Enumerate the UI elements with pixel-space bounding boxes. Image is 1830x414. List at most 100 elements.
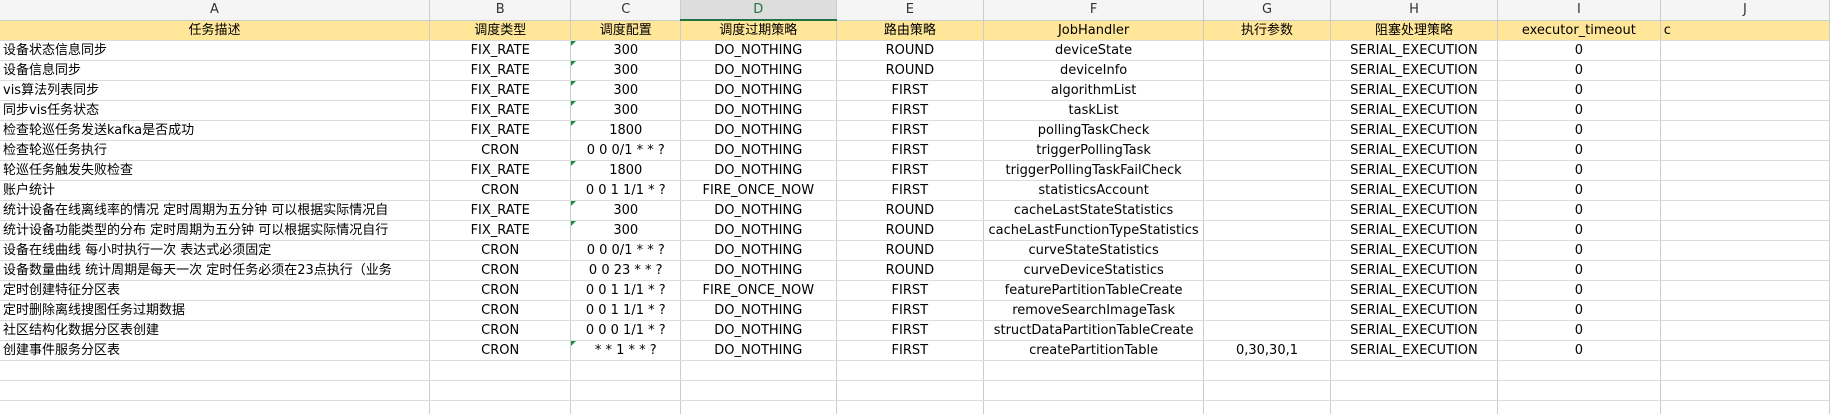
cell-h14[interactable]: SERIAL_EXECUTION [1330,260,1499,281]
cell-b15[interactable]: CRON [429,280,572,301]
cell-j3[interactable] [1660,40,1830,61]
empty-cell[interactable] [570,400,682,414]
empty-cell[interactable] [1203,380,1331,401]
empty-cell[interactable] [836,400,985,414]
cell-d17[interactable]: DO_NOTHING [680,320,837,341]
empty-cell[interactable] [983,400,1205,414]
cell-f13[interactable]: curveStateStatistics [983,240,1205,261]
cell-f16[interactable]: removeSearchImageTask [983,300,1205,321]
cell-e11[interactable]: ROUND [836,200,985,221]
cell-f12[interactable]: cacheLastFunctionTypeStatistics [983,220,1205,241]
cell-d13[interactable]: DO_NOTHING [680,240,837,261]
cell-e14[interactable]: ROUND [836,260,985,281]
cell-a6[interactable]: 同步vis任务状态 [0,100,430,121]
cell-g6[interactable] [1203,100,1331,121]
cell-g3[interactable] [1203,40,1331,61]
cell-e18[interactable]: FIRST [836,340,985,361]
cell-i11[interactable]: 0 [1497,200,1661,221]
header-cell-d[interactable]: 调度过期策略 [680,20,837,41]
cell-c14[interactable]: 0 0 23 * * ? [570,260,682,281]
cell-b16[interactable]: CRON [429,300,572,321]
cell-g8[interactable] [1203,140,1331,161]
cell-g7[interactable] [1203,120,1331,141]
cell-f14[interactable]: curveDeviceStatistics [983,260,1205,281]
cell-j6[interactable] [1660,100,1830,121]
cell-c9[interactable]: 1800 [570,160,682,181]
cell-e3[interactable]: ROUND [836,40,985,61]
cell-d18[interactable]: DO_NOTHING [680,340,837,361]
cell-g11[interactable] [1203,200,1331,221]
cell-e13[interactable]: ROUND [836,240,985,261]
column-header-e[interactable]: E [836,0,985,21]
cell-e12[interactable]: ROUND [836,220,985,241]
cell-i5[interactable]: 0 [1497,80,1661,101]
cell-f9[interactable]: triggerPollingTaskFailCheck [983,160,1205,181]
cell-i9[interactable]: 0 [1497,160,1661,181]
header-cell-g[interactable]: 执行参数 [1203,20,1331,41]
cell-b4[interactable]: FIX_RATE [429,60,572,81]
cell-h10[interactable]: SERIAL_EXECUTION [1330,180,1499,201]
column-header-i[interactable]: I [1497,0,1661,21]
cell-a18[interactable]: 创建事件服务分区表 [0,340,430,361]
cell-i16[interactable]: 0 [1497,300,1661,321]
cell-i15[interactable]: 0 [1497,280,1661,301]
cell-c13[interactable]: 0 0 0/1 * * ? [570,240,682,261]
cell-c11[interactable]: 300 [570,200,682,221]
cell-c7[interactable]: 1800 [570,120,682,141]
cell-b14[interactable]: CRON [429,260,572,281]
cell-b6[interactable]: FIX_RATE [429,100,572,121]
header-cell-e[interactable]: 路由策略 [836,20,985,41]
cell-a9[interactable]: 轮巡任务触发失败检查 [0,160,430,181]
header-cell-c[interactable]: 调度配置 [570,20,682,41]
column-header-b[interactable]: B [429,0,572,21]
cell-h8[interactable]: SERIAL_EXECUTION [1330,140,1499,161]
header-cell-a[interactable]: 任务描述 [0,20,430,41]
empty-cell[interactable] [0,400,430,414]
cell-d10[interactable]: FIRE_ONCE_NOW [680,180,837,201]
cell-i4[interactable]: 0 [1497,60,1661,81]
cell-a3[interactable]: 设备状态信息同步 [0,40,430,61]
cell-j10[interactable] [1660,180,1830,201]
cell-e16[interactable]: FIRST [836,300,985,321]
empty-cell[interactable] [1497,360,1661,381]
cell-a17[interactable]: 社区结构化数据分区表创建 [0,320,430,341]
cell-e17[interactable]: FIRST [836,320,985,341]
cell-i13[interactable]: 0 [1497,240,1661,261]
empty-cell[interactable] [1203,400,1331,414]
cell-a12[interactable]: 统计设备功能类型的分布 定时周期为五分钟 可以根据实际情况自行 [0,220,430,241]
cell-f8[interactable]: triggerPollingTask [983,140,1205,161]
cell-d9[interactable]: DO_NOTHING [680,160,837,181]
cell-b5[interactable]: FIX_RATE [429,80,572,101]
cell-g17[interactable] [1203,320,1331,341]
cell-a15[interactable]: 定时创建特征分区表 [0,280,430,301]
empty-cell[interactable] [1660,360,1830,381]
empty-cell[interactable] [1660,400,1830,414]
empty-cell[interactable] [429,380,572,401]
cell-i7[interactable]: 0 [1497,120,1661,141]
cell-c12[interactable]: 300 [570,220,682,241]
cell-f10[interactable]: statisticsAccount [983,180,1205,201]
cell-b17[interactable]: CRON [429,320,572,341]
cell-e9[interactable]: FIRST [836,160,985,181]
cell-c4[interactable]: 300 [570,60,682,81]
cell-i18[interactable]: 0 [1497,340,1661,361]
cell-h17[interactable]: SERIAL_EXECUTION [1330,320,1499,341]
cell-f6[interactable]: taskList [983,100,1205,121]
empty-cell[interactable] [429,400,572,414]
header-cell-j[interactable]: c [1660,20,1830,41]
cell-i6[interactable]: 0 [1497,100,1661,121]
column-header-c[interactable]: C [570,0,682,21]
cell-j9[interactable] [1660,160,1830,181]
cell-b8[interactable]: CRON [429,140,572,161]
cell-i3[interactable]: 0 [1497,40,1661,61]
cell-g16[interactable] [1203,300,1331,321]
empty-cell[interactable] [1660,380,1830,401]
cell-a8[interactable]: 检查轮巡任务执行 [0,140,430,161]
cell-i17[interactable]: 0 [1497,320,1661,341]
cell-e4[interactable]: ROUND [836,60,985,81]
cell-j5[interactable] [1660,80,1830,101]
cell-g14[interactable] [1203,260,1331,281]
empty-cell[interactable] [1330,400,1499,414]
cell-g4[interactable] [1203,60,1331,81]
empty-cell[interactable] [680,400,837,414]
